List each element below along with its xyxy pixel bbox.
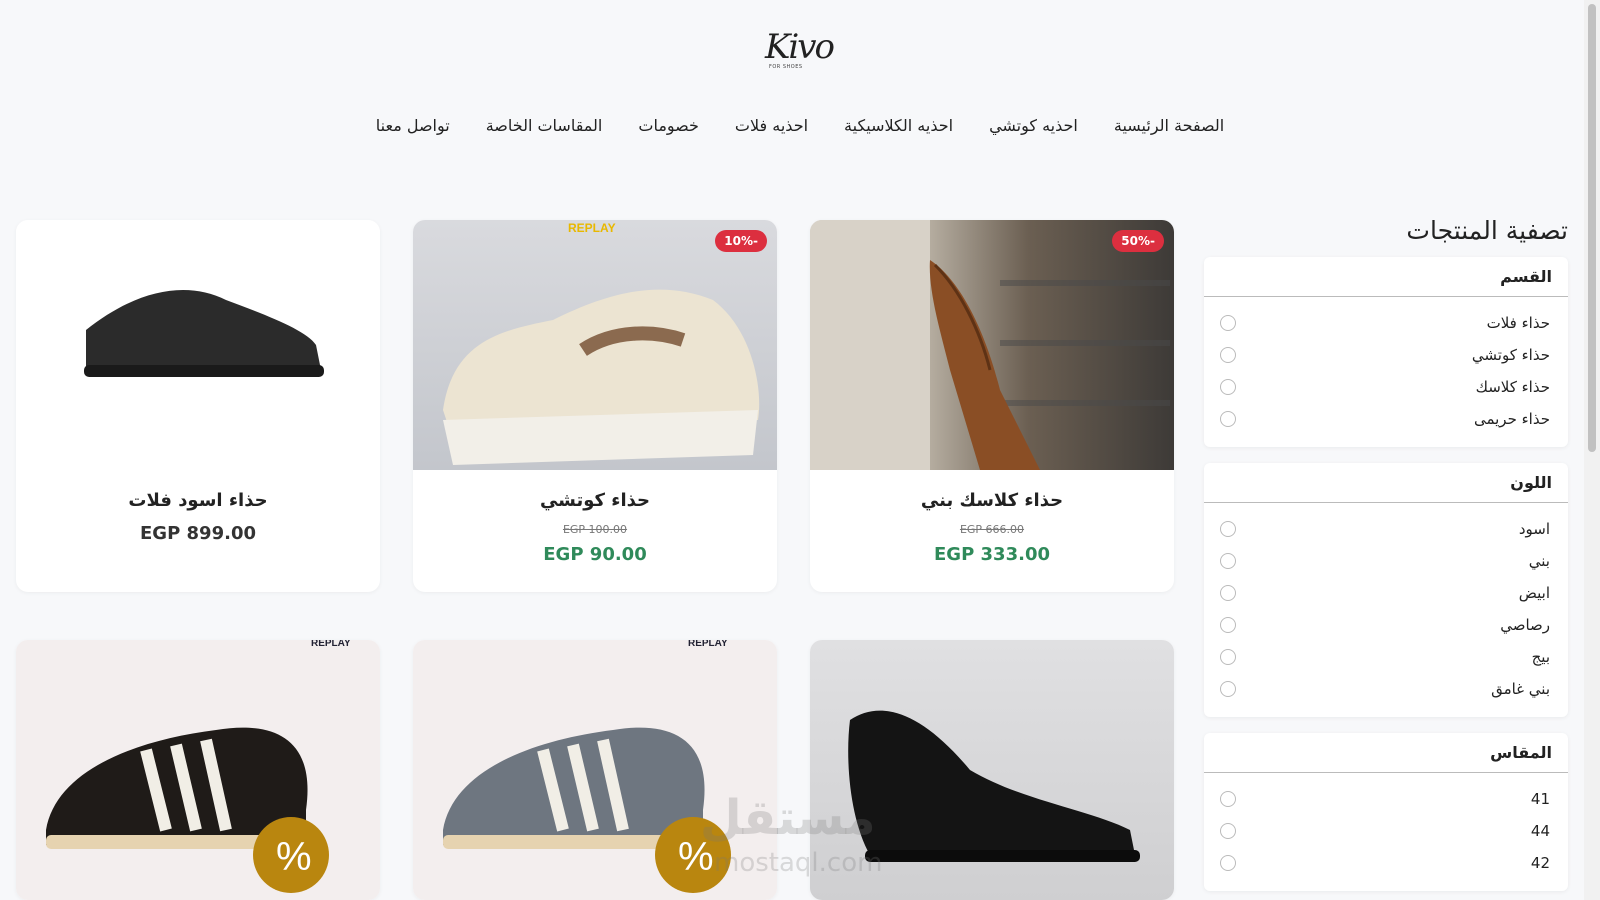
watermark-sub: mostaql.com xyxy=(714,848,883,878)
filter-group-size: المقاس 41 44 42 xyxy=(1204,733,1568,891)
radio-button[interactable] xyxy=(1220,411,1236,427)
filter-option[interactable]: حذاء حريمى xyxy=(1204,403,1568,435)
radio-button[interactable] xyxy=(1220,521,1236,537)
filter-option[interactable]: رصاصي xyxy=(1204,609,1568,641)
logo-subtext: FOR SHOES xyxy=(769,64,803,70)
filter-option[interactable]: 44 xyxy=(1204,815,1568,847)
product-old-price: EGP 666.00 xyxy=(959,523,1025,536)
radio-button[interactable] xyxy=(1220,823,1236,839)
shoe-illustration xyxy=(810,220,1170,470)
product-image[interactable] xyxy=(16,220,380,470)
filter-group-title: القسم xyxy=(1204,257,1568,297)
filter-option[interactable]: حذاء كوتشي xyxy=(1204,339,1568,371)
nav-classic[interactable]: احذيه الكلاسيكية xyxy=(844,116,953,135)
svg-text:%: % xyxy=(276,835,312,879)
filter-option[interactable]: بيج xyxy=(1204,641,1568,673)
discount-badge: 50%- xyxy=(1112,230,1164,252)
product-image[interactable]: 50%- xyxy=(810,220,1174,470)
product-image[interactable]: REPLAY % xyxy=(16,640,380,900)
filter-option[interactable]: 41 xyxy=(1204,783,1568,815)
filter-option[interactable]: حذاء كلاسك xyxy=(1204,371,1568,403)
main-nav: الصفحة الرئيسية احذيه كوتشي احذيه الكلاس… xyxy=(0,116,1600,135)
filter-group-category: القسم حذاء فلات حذاء كوتشي حذاء كلاسك حذ… xyxy=(1204,257,1568,447)
product-price: EGP 899.00 xyxy=(140,523,256,544)
filter-sidebar: تصفية المنتجات القسم حذاء فلات حذاء كوتش… xyxy=(1204,216,1568,900)
radio-button[interactable] xyxy=(1220,791,1236,807)
product-name[interactable]: حذاء كوتشي xyxy=(413,490,777,511)
radio-button[interactable] xyxy=(1220,617,1236,633)
filter-option[interactable]: ابيض xyxy=(1204,577,1568,609)
watermark: مستقل xyxy=(700,790,876,846)
product-card[interactable]: حذاء اسود فلات EGP 899.00 xyxy=(16,220,380,592)
filter-group-title: اللون xyxy=(1204,463,1568,503)
brand-logo[interactable]: Kivo FOR SHOES xyxy=(765,27,835,72)
product-price: EGP 90.00 xyxy=(543,544,647,565)
shoe-illustration: REPLAY % xyxy=(46,640,351,893)
scrollbar-thumb[interactable] xyxy=(1588,4,1596,452)
svg-text:REPLAY: REPLAY xyxy=(688,640,728,649)
nav-contact[interactable]: تواصل معنا xyxy=(376,116,450,135)
nav-sneakers[interactable]: احذيه كوتشي xyxy=(989,116,1078,135)
filter-option[interactable]: اسود xyxy=(1204,513,1568,545)
nav-home[interactable]: الصفحة الرئيسية xyxy=(1114,116,1224,135)
nav-discounts[interactable]: خصومات xyxy=(638,116,699,135)
filter-option[interactable]: حذاء فلات xyxy=(1204,307,1568,339)
filter-option[interactable]: بني غامق xyxy=(1204,673,1568,705)
product-card[interactable]: REPLAY % xyxy=(16,640,380,900)
product-price: EGP 333.00 xyxy=(934,544,1050,565)
filter-option[interactable]: بني xyxy=(1204,545,1568,577)
radio-button[interactable] xyxy=(1220,315,1236,331)
filter-group-title: المقاس xyxy=(1204,733,1568,773)
radio-button[interactable] xyxy=(1220,553,1236,569)
product-card[interactable]: 50%- حذاء كلاسك بني EGP 666.00 EGP 333.0… xyxy=(810,220,1174,592)
product-name[interactable]: حذاء كلاسك بني xyxy=(810,490,1174,511)
radio-button[interactable] xyxy=(1220,855,1236,871)
product-card[interactable]: REPLAY 10%- حذاء كوتشي EGP 100.00 EGP 90… xyxy=(413,220,777,592)
radio-button[interactable] xyxy=(1220,347,1236,363)
svg-text:REPLAY: REPLAY xyxy=(311,640,351,649)
filter-title: تصفية المنتجات xyxy=(1406,216,1568,245)
shoe-illustration: REPLAY xyxy=(443,221,760,465)
filter-group-color: اللون اسود بني ابيض رصاصي بيج بني غامق xyxy=(1204,463,1568,717)
logo-text: Kivo xyxy=(765,27,835,67)
shoe-illustration xyxy=(84,290,324,377)
filter-option[interactable]: 42 xyxy=(1204,847,1568,879)
svg-text:REPLAY: REPLAY xyxy=(568,221,616,235)
radio-button[interactable] xyxy=(1220,379,1236,395)
nav-flats[interactable]: احذيه فلات xyxy=(735,116,808,135)
product-old-price: EGP 100.00 xyxy=(562,523,628,536)
product-name[interactable]: حذاء اسود فلات xyxy=(16,490,380,511)
radio-button[interactable] xyxy=(1220,681,1236,697)
product-image[interactable]: REPLAY 10%- xyxy=(413,220,777,470)
nav-special-sizes[interactable]: المقاسات الخاصة xyxy=(486,116,603,135)
radio-button[interactable] xyxy=(1220,649,1236,665)
discount-badge: 10%- xyxy=(715,230,767,252)
scrollbar[interactable] xyxy=(1584,0,1600,900)
radio-button[interactable] xyxy=(1220,585,1236,601)
